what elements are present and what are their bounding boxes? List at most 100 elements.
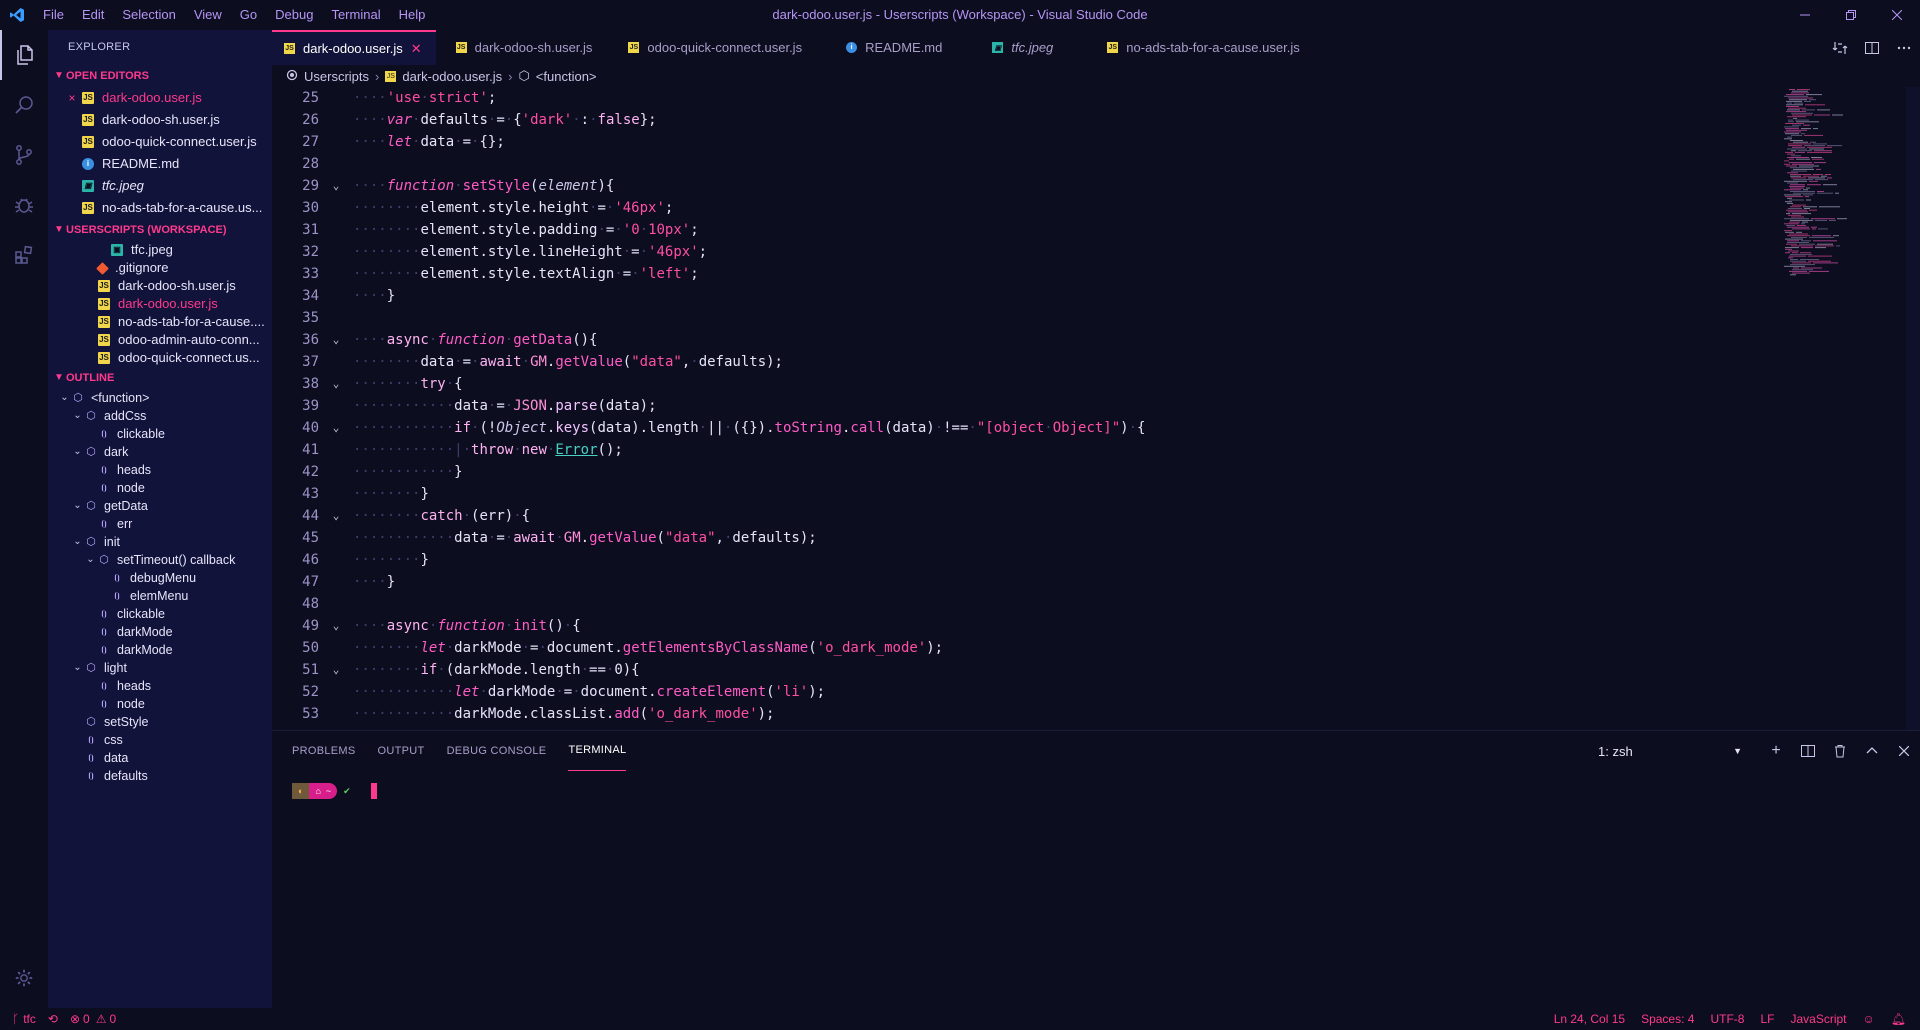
branch-status[interactable]: ᚴ tfc [12, 1012, 36, 1026]
close-window-icon[interactable] [1874, 0, 1920, 30]
code-editor[interactable]: 25 ····'use·strict'; 26 ····var·defaults·=·… [272, 87, 1782, 730]
outline-item[interactable]: ⌄ ⬡ setTimeout() callback [48, 551, 272, 569]
outline-item[interactable]: ⦗⦘ heads [48, 461, 272, 479]
outline-item[interactable]: ⦗⦘ clickable [48, 605, 272, 623]
code-line[interactable]: 52 ············let·darkMode·=·document.cr… [272, 681, 1782, 703]
more-actions-icon[interactable] [1888, 30, 1920, 65]
outline-item[interactable]: ⦗⦘ err [48, 515, 272, 533]
editor-scrollbar[interactable] [1906, 87, 1920, 730]
extensions-icon[interactable] [0, 230, 48, 280]
open-editor-item[interactable]: × JS dark-odoo.user.js [48, 87, 272, 109]
menu-help[interactable]: Help [390, 0, 435, 30]
close-panel-icon[interactable] [1888, 731, 1920, 771]
outline-item[interactable]: ⌄ ⬡ dark [48, 443, 272, 461]
tab-dark-odoo-sh[interactable]: JS dark-odoo-sh.user.js [436, 30, 607, 65]
outline-item[interactable]: ⦗⦘ clickable [48, 425, 272, 443]
code-line[interactable]: 45 ············data·=·await·GM.getValue("… [272, 527, 1782, 549]
close-icon[interactable]: ✕ [411, 41, 422, 57]
tab-readme[interactable]: i README.md [816, 30, 956, 65]
menu-selection[interactable]: Selection [113, 0, 184, 30]
breadcrumb-item[interactable]: Userscripts [304, 69, 369, 84]
tab-terminal[interactable]: TERMINAL [568, 731, 627, 771]
workspace-file[interactable]: JS no-ads-tab-for-a-cause.... [48, 313, 272, 331]
feedback-icon[interactable]: ☺ [1863, 1012, 1875, 1026]
tab-dark-odoo[interactable]: JS dark-odoo.user.js ✕ [272, 30, 436, 65]
code-line[interactable]: 41 ············|·throw·new·Error(); [272, 439, 1782, 461]
workspace-file[interactable]: ▣ tfc.jpeg [48, 241, 272, 259]
workspace-file[interactable]: JS dark-odoo.user.js [48, 295, 272, 313]
breadcrumb-item[interactable]: dark-odoo.user.js [402, 69, 502, 84]
close-icon[interactable]: × [66, 87, 78, 109]
chevron-down-icon[interactable]: ⌄ [84, 551, 97, 569]
tab-problems[interactable]: PROBLEMS [292, 731, 356, 771]
code-line[interactable]: 44 ⌄ ········catch·(err)·{ [272, 505, 1782, 527]
outline-item[interactable]: ⦗⦘ elemMenu [48, 587, 272, 605]
code-line[interactable]: 50 ········let·darkMode·=·document.getEle… [272, 637, 1782, 659]
tab-tfc-jpeg[interactable]: ▣ tfc.jpeg [956, 30, 1067, 65]
code-line[interactable]: 33 ········element.style.textAlign·=·'lef… [272, 263, 1782, 285]
code-line[interactable]: 27 ····let·data·=·{}; [272, 131, 1782, 153]
chevron-down-icon[interactable]: ⌄ [71, 407, 84, 425]
terminal-prompt[interactable]: ◐ ⌂ ~ ✔ [292, 783, 377, 799]
code-line[interactable]: 51 ⌄ ········if·(darkMode.length·==·0){ [272, 659, 1782, 681]
outline-item[interactable]: ⦗⦘ debugMenu [48, 569, 272, 587]
workspace-file[interactable]: .gitignore [48, 259, 272, 277]
open-editor-item[interactable]: JS dark-odoo-sh.user.js [48, 109, 272, 131]
outline-item[interactable]: ⦗⦘ node [48, 695, 272, 713]
menu-terminal[interactable]: Terminal [322, 0, 389, 30]
outline-item[interactable]: ⌄ ⬡ light [48, 659, 272, 677]
outline-header[interactable]: ▼ OUTLINE [48, 367, 272, 389]
chevron-down-icon[interactable]: ⌄ [71, 533, 84, 551]
outline-item[interactable]: ⦗⦘ heads [48, 677, 272, 695]
chevron-down-icon[interactable]: ⌄ [71, 497, 84, 515]
code-line[interactable]: 37 ········data·=·await·GM.getValue("data… [272, 351, 1782, 373]
tab-odoo-quick-connect[interactable]: JS odoo-quick-connect.user.js [606, 30, 816, 65]
workspace-file[interactable]: JS odoo-quick-connect.us... [48, 349, 272, 367]
line-ending[interactable]: LF [1760, 1012, 1774, 1026]
chevron-down-icon[interactable]: ⌄ [58, 389, 71, 407]
encoding[interactable]: UTF-8 [1710, 1012, 1744, 1026]
outline-item[interactable]: ⦗⦘ node [48, 479, 272, 497]
code-line[interactable]: 53 ············darkMode.classList.add('o_… [272, 703, 1782, 725]
menu-go[interactable]: Go [231, 0, 266, 30]
code-line[interactable]: 36 ⌄ ····async·function·getData(){ [272, 329, 1782, 351]
menu-view[interactable]: View [185, 0, 231, 30]
code-line[interactable]: 26 ····var·defaults·=·{'dark'·:·false}; [272, 109, 1782, 131]
open-editor-item[interactable]: i README.md [48, 153, 272, 175]
code-line[interactable]: 39 ············data·=·JSON.parse(data); [272, 395, 1782, 417]
fold-chevron-icon[interactable]: ⌄ [319, 329, 353, 351]
indentation[interactable]: Spaces: 4 [1641, 1012, 1694, 1026]
breadcrumb-item[interactable]: <function> [536, 69, 597, 84]
outline-item[interactable]: ⦗⦘ css [48, 731, 272, 749]
split-terminal-icon[interactable] [1792, 731, 1824, 771]
open-editor-item[interactable]: JS no-ads-tab-for-a-cause.us... [48, 197, 272, 219]
search-icon[interactable] [0, 80, 48, 130]
code-line[interactable]: 35 [272, 307, 1782, 329]
fold-chevron-icon[interactable]: ⌄ [319, 615, 353, 637]
bell-icon[interactable]: 🔔︎ [1891, 1012, 1906, 1026]
restore-icon[interactable] [1828, 0, 1874, 30]
outline-item[interactable]: ⦗⦘ darkMode [48, 623, 272, 641]
tab-no-ads[interactable]: JS no-ads-tab-for-a-cause.user.js [1067, 30, 1313, 65]
code-line[interactable]: 40 ⌄ ············if·(!Object.keys(data).le… [272, 417, 1782, 439]
code-line[interactable]: 48 [272, 593, 1782, 615]
trash-icon[interactable] [1824, 731, 1856, 771]
chevron-up-icon[interactable] [1856, 731, 1888, 771]
debug-icon[interactable] [0, 180, 48, 230]
outline-item[interactable]: ⌄ ⬡ <function> [48, 389, 272, 407]
compare-changes-icon[interactable] [1824, 30, 1856, 65]
outline-item[interactable]: ⦗⦘ defaults [48, 767, 272, 785]
outline-item[interactable]: ⬡ setStyle [48, 713, 272, 731]
menu-edit[interactable]: Edit [73, 0, 113, 30]
problems-status[interactable]: ⊗ 0 ⚠ 0 [70, 1012, 116, 1026]
outline-item[interactable]: ⌄ ⬡ getData [48, 497, 272, 515]
tab-output[interactable]: OUTPUT [378, 731, 425, 771]
code-line[interactable]: 29 ⌄ ····function·setStyle(element){ [272, 175, 1782, 197]
minimap[interactable] [1782, 87, 1906, 730]
code-line[interactable]: 43 ········} [272, 483, 1782, 505]
menu-file[interactable]: File [34, 0, 73, 30]
tab-debug-console[interactable]: DEBUG CONSOLE [447, 731, 547, 771]
code-line[interactable]: 28 [272, 153, 1782, 175]
menu-debug[interactable]: Debug [266, 0, 322, 30]
fold-chevron-icon[interactable]: ⌄ [319, 659, 353, 681]
